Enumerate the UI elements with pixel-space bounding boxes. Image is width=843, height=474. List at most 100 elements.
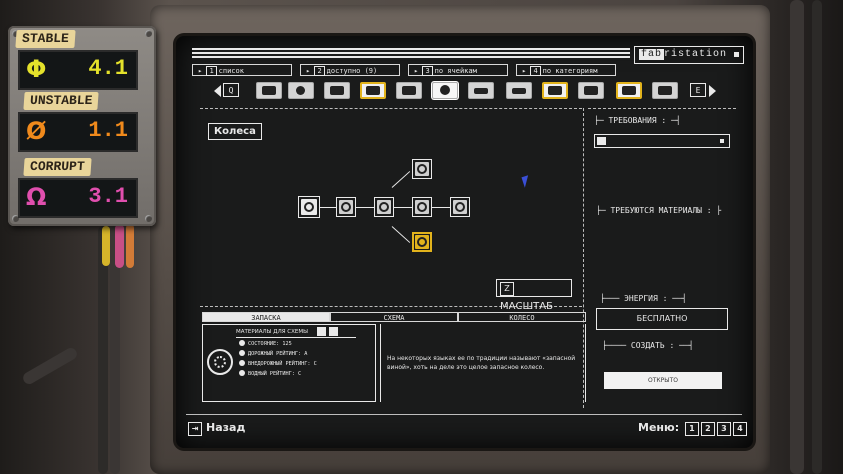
cable-orange — [126, 224, 134, 268]
schematic-node-wheel-upper[interactable] — [412, 159, 432, 179]
stable-panel: Φ 4.1 — [18, 50, 138, 90]
trash-icon — [329, 327, 338, 336]
menu-key-3[interactable]: 3 — [716, 422, 731, 436]
mouse-cursor-icon — [521, 175, 532, 188]
category-cart[interactable] — [652, 82, 678, 99]
wheel-icon — [341, 202, 351, 212]
back-button[interactable]: ⇥ Назад — [188, 421, 245, 436]
cart-icon — [658, 86, 672, 95]
duck-icon — [317, 327, 326, 336]
schematic-node-wheel-hub[interactable] — [412, 197, 432, 217]
category-seat[interactable] — [616, 82, 642, 99]
schematic-node-wheel-base[interactable] — [298, 196, 320, 218]
square-icon — [734, 52, 739, 57]
category-radio[interactable] — [578, 82, 604, 99]
part-info-box: МАТЕРИАЛЫ ДЛЯ СХЕМЫ СОСТОЯНИЕ: 125 ДОРОЖ… — [202, 324, 376, 402]
menu-key-2[interactable]: 2 — [700, 422, 715, 436]
checkbox-icon — [597, 137, 606, 145]
open-button[interactable]: ОТКРЫТО — [604, 372, 722, 389]
offroad-icon — [239, 360, 245, 366]
cable-pink — [115, 224, 124, 268]
schematic-node-spare-wheel[interactable] — [412, 232, 432, 252]
tree-edge — [391, 226, 411, 243]
tab-wheel[interactable]: КОЛЕСО — [458, 312, 586, 322]
unstable-panel: Ø 1.1 — [18, 112, 138, 152]
category-tools[interactable] — [324, 82, 350, 99]
footer-divider — [186, 414, 742, 415]
prev-category-key[interactable]: Q — [223, 83, 239, 97]
materials-required-heading: ├─ ТРЕБУЮТСЯ МАТЕРИАЛЫ : ├ — [596, 206, 722, 215]
category-gear[interactable] — [288, 82, 314, 99]
arrow-right-icon[interactable] — [709, 85, 716, 97]
tree-edge — [318, 207, 336, 208]
energy-heading: ├─── ЭНЕРГИЯ : ──┤ — [600, 294, 687, 303]
cable — [790, 0, 804, 474]
wheel-icon — [455, 202, 465, 212]
stat-offroad-rating: ВНЕДОРОЖНЫЙ РЕЙТИНГ: С — [239, 360, 317, 368]
zoom-button[interactable]: Z МАСШТАБ — [496, 279, 572, 312]
tab-list[interactable]: ▸ 1 список — [192, 64, 292, 76]
spare-wheel-icon — [207, 349, 233, 375]
tab-by-cells[interactable]: ▸ 3 по ячейкам — [408, 64, 508, 76]
category-tire[interactable] — [432, 82, 458, 99]
create-heading: ├──── СОЗДАТЬ : ──┤ — [602, 341, 694, 350]
tree-edge — [356, 207, 374, 208]
tree-edge — [432, 207, 450, 208]
zoom-key: Z — [500, 282, 514, 296]
category-car[interactable] — [468, 82, 494, 99]
tire-icon — [440, 85, 450, 95]
part-description: На некоторых языках ее по традиции назыв… — [387, 355, 576, 371]
tab-schematic[interactable]: СХЕМА — [330, 312, 458, 322]
category-bag[interactable] — [256, 82, 282, 99]
screw — [145, 215, 152, 222]
arrow-left-icon[interactable] — [214, 85, 221, 97]
divider — [588, 108, 736, 109]
stable-value: 4.1 — [88, 56, 128, 81]
wheel-icon — [417, 237, 427, 247]
category-lamp[interactable] — [360, 82, 386, 99]
cable-yellow — [102, 226, 110, 266]
tab-by-category[interactable]: ▸ 4 по категориям — [516, 64, 616, 76]
stat-water-rating: ВОДНЫЙ РЕЙТИНГ: С — [239, 370, 301, 378]
tab-available[interactable]: ▸ 2 доступно (9) — [300, 64, 400, 76]
radio-icon — [584, 86, 598, 95]
gear-icon — [296, 86, 305, 95]
road-icon — [239, 350, 245, 356]
unstable-label: UNSTABLE — [23, 92, 100, 110]
category-car-alt[interactable] — [506, 82, 532, 99]
tab-spare[interactable]: ЗАПАСКА — [202, 312, 330, 322]
unstable-icon: Ø — [26, 117, 47, 145]
car-icon — [474, 88, 488, 94]
tree-edge — [391, 171, 411, 188]
schematic-title: Колеса — [208, 123, 262, 140]
schematic-node-wheel-offroad[interactable] — [374, 197, 394, 217]
water-icon — [239, 370, 245, 376]
corrupt-icon: Ω — [26, 183, 47, 211]
schematic-node-wheel-advanced[interactable] — [450, 197, 470, 217]
part-description-box: На некоторых языках ее по традиции назыв… — [380, 324, 586, 402]
fabristation-ui: fab ristation ▸ 1 список ▸ 2 доступно (9) ▸… — [176, 36, 753, 448]
zoom-label: МАСШТАБ — [500, 301, 553, 312]
wheel-icon — [417, 164, 427, 174]
corrupt-value: 3.1 — [88, 184, 128, 209]
category-monitor[interactable] — [396, 82, 422, 99]
car-alt-icon — [512, 88, 526, 94]
back-label: Назад — [206, 421, 246, 434]
enter-key-icon: ⇥ — [188, 422, 202, 436]
monitor-icon — [402, 86, 416, 95]
requirements-box — [594, 134, 730, 148]
plus-icon — [239, 340, 245, 346]
menu-label: Меню: — [638, 421, 680, 434]
category-engine[interactable] — [542, 82, 568, 99]
view-tabs: ▸ 1 список ▸ 2 доступно (9) ▸ 3 по ячейкам … — [192, 64, 616, 76]
screw — [145, 30, 152, 37]
menu-key-4[interactable]: 4 — [732, 422, 747, 436]
stat-road-rating: ДОРОЖНЫЙ РЕЙТИНГ: А — [239, 350, 307, 358]
corruption-meter-box: STABLE Φ 4.1 UNSTABLE Ø 1.1 CORRUPT Ω 3.… — [8, 26, 156, 226]
tree-edge — [394, 207, 412, 208]
unstable-value: 1.1 — [88, 118, 128, 143]
next-category-key[interactable]: E — [690, 83, 706, 97]
menu-key-1[interactable]: 1 — [684, 422, 699, 436]
menu-shortcuts: Меню: 1234 — [638, 421, 747, 436]
schematic-node-wheel[interactable] — [336, 197, 356, 217]
